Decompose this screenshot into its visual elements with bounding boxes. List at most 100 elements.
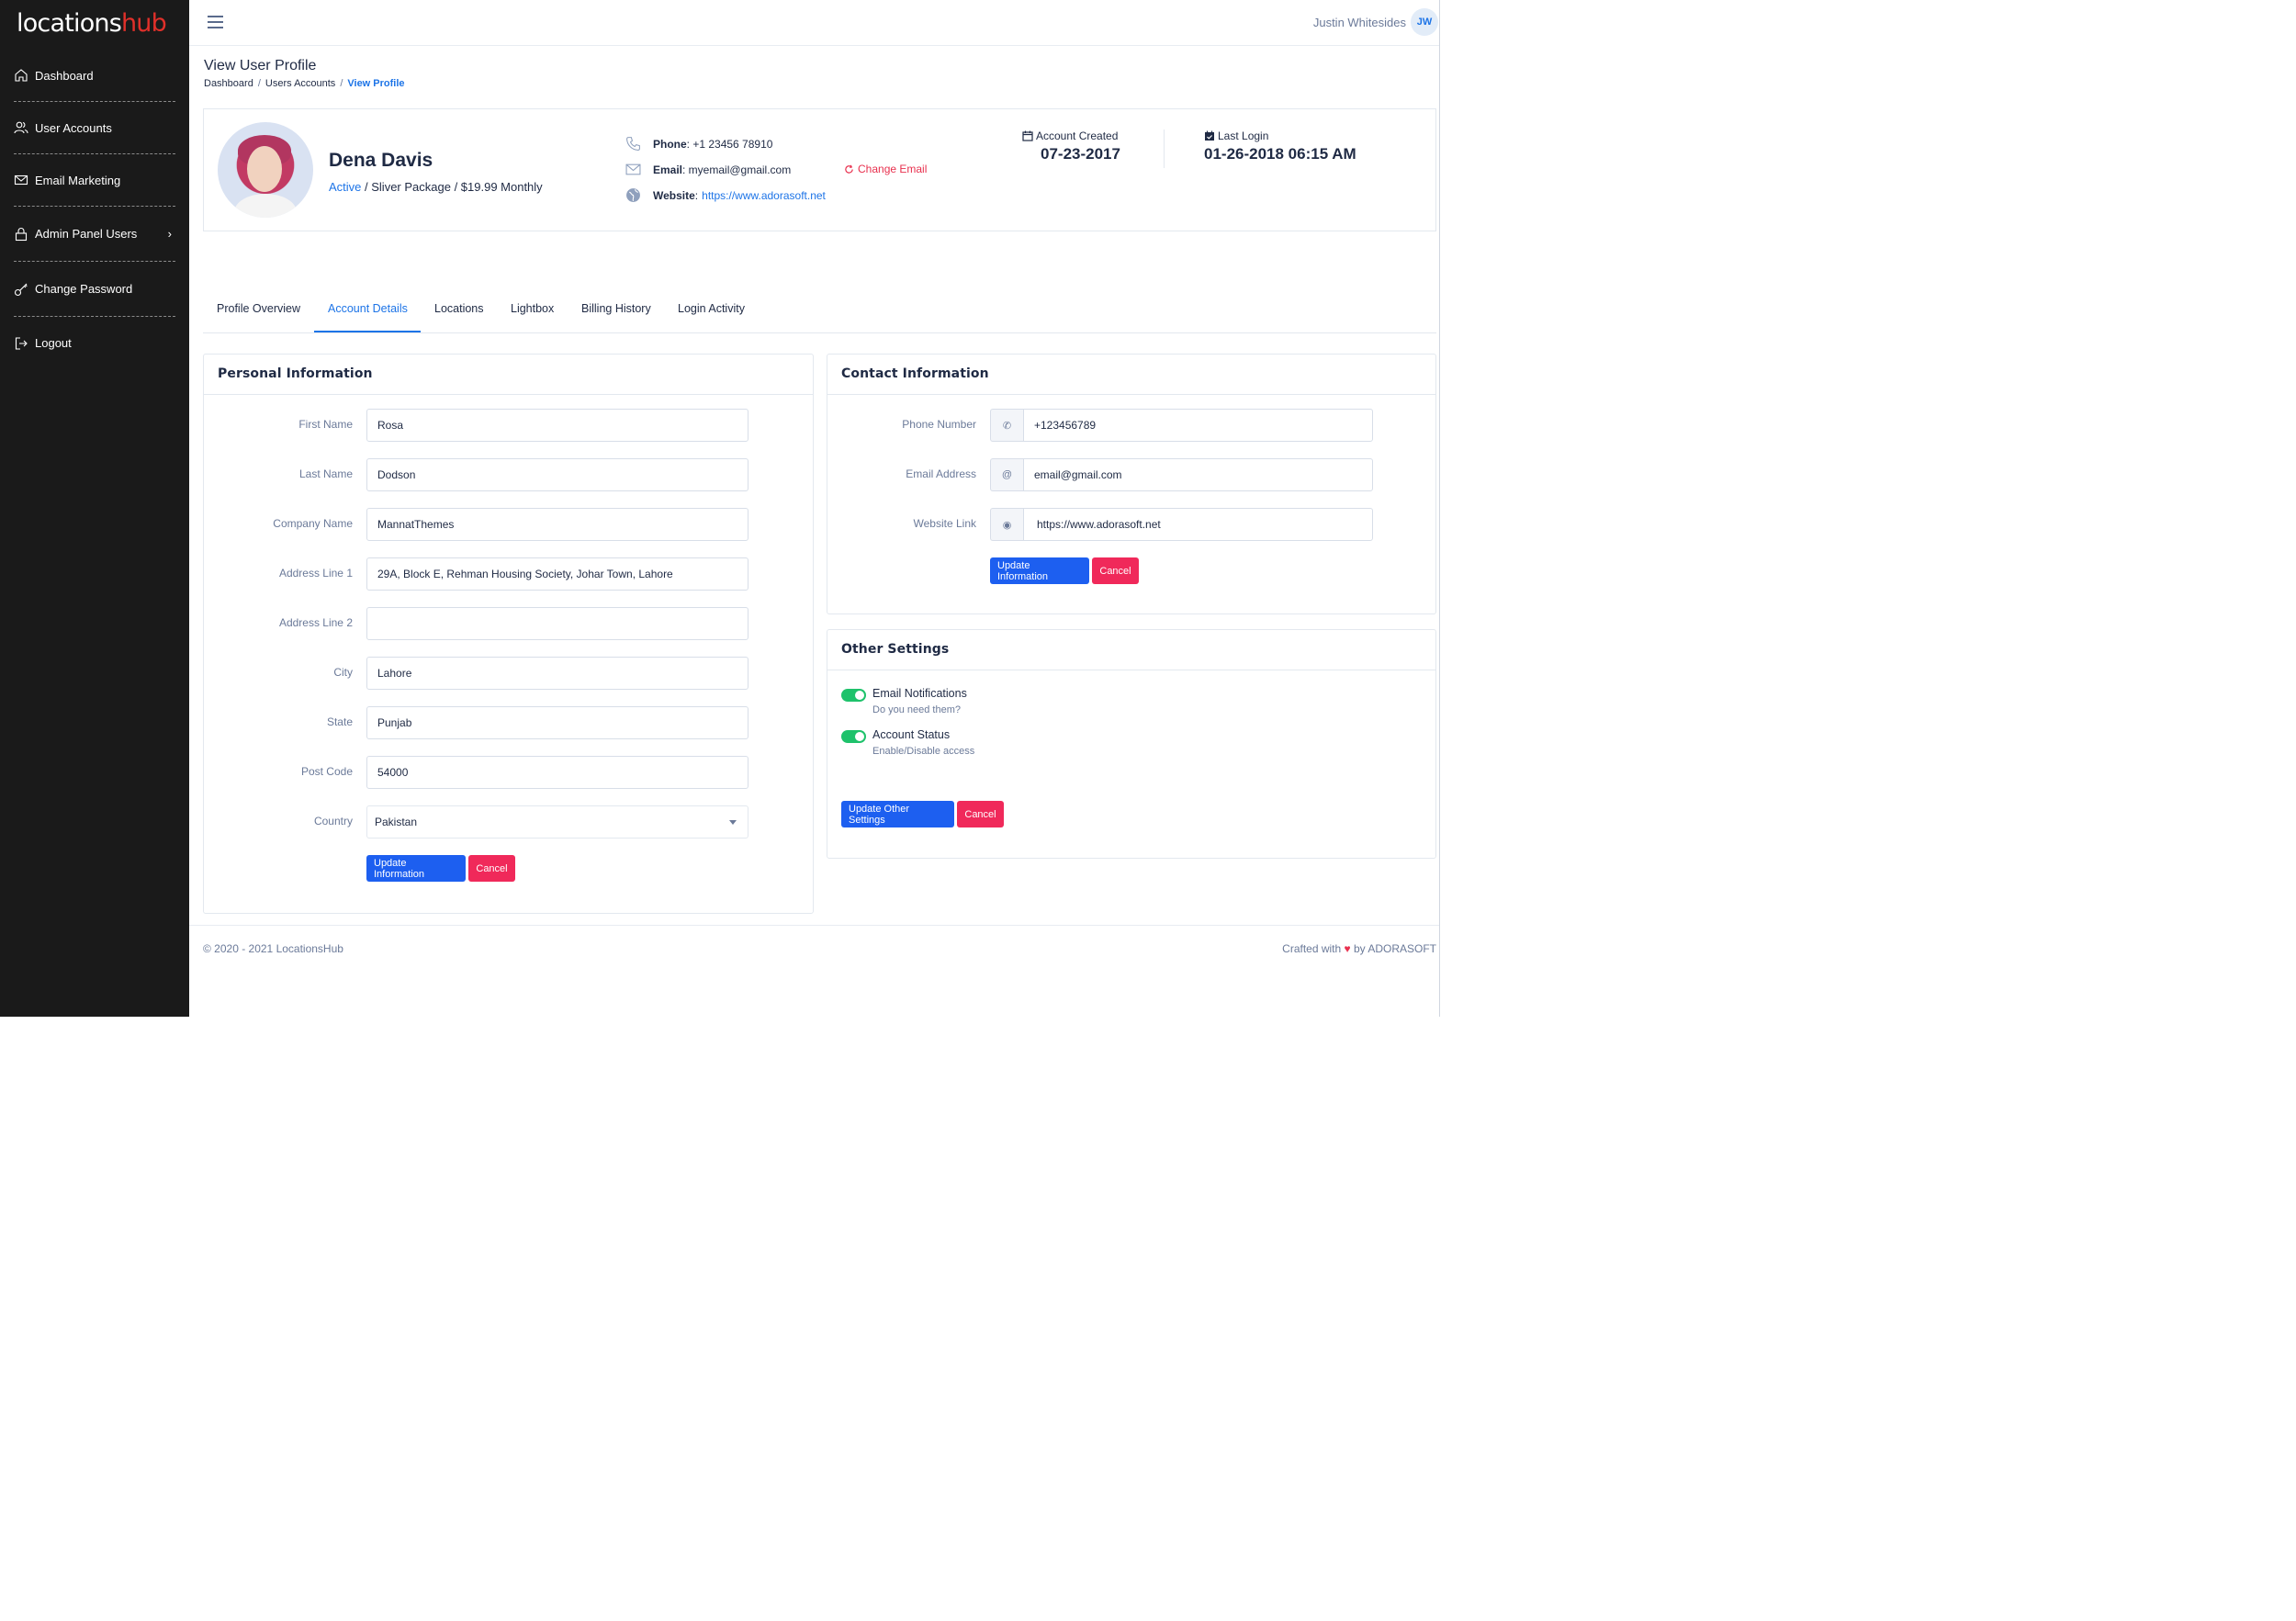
- contact-information-card: Contact Information Phone Number ✆ +1234…: [827, 354, 1436, 614]
- form-row-website-link: Website Link ◉ https://www.adorasoft.net: [827, 508, 1435, 541]
- footer-copyright: © 2020 - 2021 LocationsHub: [203, 942, 343, 955]
- tab-account-details[interactable]: Account Details: [328, 302, 408, 315]
- footer-credit: Crafted with ♥ by ADORASOFT: [1282, 942, 1436, 955]
- profile-name: Dena Davis: [329, 150, 433, 171]
- personal-information-card: Personal Information First Name Rosa Las…: [203, 354, 814, 914]
- sidebar-item-dashboard[interactable]: Dashboard: [14, 50, 175, 102]
- form-row-address-line-2: Address Line 2: [204, 607, 813, 640]
- last-login-stat: Last Login 01-26-2018 06:15 AM: [1204, 129, 1356, 163]
- breadcrumb-users-accounts[interactable]: Users Accounts: [265, 78, 335, 89]
- home-icon: [15, 69, 28, 82]
- cancel-contact-button[interactable]: Cancel: [1092, 557, 1139, 584]
- field-label: Phone Number: [902, 418, 976, 431]
- calendar-icon: [1022, 130, 1033, 141]
- update-contact-button[interactable]: Update Information: [990, 557, 1089, 584]
- last-name-input[interactable]: Dodson: [366, 458, 748, 491]
- cancel-button[interactable]: Cancel: [468, 855, 515, 882]
- phone-number-input[interactable]: +123456789: [1023, 409, 1373, 442]
- profile-status-line: Active / Sliver Package / $19.99 Monthly: [329, 180, 543, 194]
- sidebar-item-logout[interactable]: Logout: [14, 317, 175, 369]
- profile-photo: [218, 122, 313, 218]
- chevron-right-icon: ›: [167, 227, 172, 241]
- form-row-email-address: Email Address @ email@gmail.com: [827, 458, 1435, 491]
- form-row-company-name: Company Name MannatThemes: [204, 508, 813, 541]
- field-label: Country: [313, 815, 353, 827]
- post-code-input[interactable]: 54000: [366, 756, 748, 789]
- sidebar-item-label: Change Password: [35, 282, 133, 296]
- tab-login-activity[interactable]: Login Activity: [678, 302, 745, 315]
- email-notifications-toggle[interactable]: [841, 689, 866, 702]
- breadcrumb-view-profile: View Profile: [347, 78, 405, 89]
- field-label: Company Name: [273, 517, 353, 530]
- tab-billing-history[interactable]: Billing History: [581, 302, 651, 315]
- page-title: View User Profile: [204, 58, 317, 73]
- tab-locations[interactable]: Locations: [434, 302, 484, 315]
- field-label: Address Line 1: [278, 567, 353, 580]
- sidebar-nav: Dashboard User Accounts Email Marketing …: [14, 50, 175, 369]
- website-info: Website : https://www.adorasoft.net: [625, 187, 826, 203]
- globe-icon: [626, 188, 640, 202]
- sidebar: locationshub Dashboard User Accounts Ema…: [0, 0, 189, 1017]
- topbar: Justin Whitesides JW: [189, 0, 1440, 46]
- heart-icon: ♥: [1344, 942, 1351, 955]
- menu-icon[interactable]: [208, 16, 223, 28]
- first-name-input[interactable]: Rosa: [366, 409, 748, 442]
- toggle-label: Account Status: [872, 728, 951, 741]
- account-created-stat: Account Created 07-23-2017: [1022, 129, 1120, 163]
- form-row-post-code: Post Code 54000: [204, 756, 813, 789]
- field-label: First Name: [298, 418, 353, 431]
- city-input[interactable]: Lahore: [366, 657, 748, 690]
- sidebar-item-label: User Accounts: [35, 120, 112, 135]
- account-status-toggle[interactable]: [841, 730, 866, 743]
- update-other-settings-button[interactable]: Update Other Settings: [841, 801, 954, 827]
- divider: [1164, 129, 1165, 168]
- toggle-description: Do you need them?: [872, 704, 962, 715]
- field-label: Email Address: [906, 467, 976, 480]
- users-icon: [14, 121, 28, 134]
- other-settings-card: Other Settings Email Notifications Do yo…: [827, 629, 1436, 859]
- tab-profile-overview[interactable]: Profile Overview: [217, 302, 300, 315]
- phone-info: Phone : +1 23456 78910: [625, 136, 772, 152]
- form-row-state: State Punjab: [204, 706, 813, 739]
- field-label: Address Line 2: [278, 616, 353, 629]
- chevron-down-icon: [729, 820, 737, 825]
- website-link[interactable]: https://www.adorasoft.net: [702, 189, 826, 202]
- email-address-input[interactable]: email@gmail.com: [1023, 458, 1373, 491]
- toggle-label: Email Notifications: [872, 687, 967, 700]
- user-name[interactable]: Justin Whitesides: [1313, 16, 1406, 29]
- address-line-1-input[interactable]: 29A, Block E, Rehman Housing Society, Jo…: [366, 557, 748, 591]
- status-badge: Active: [329, 180, 362, 194]
- sidebar-item-label: Admin Panel Users: [35, 227, 138, 241]
- field-label: Post Code: [300, 765, 353, 778]
- breadcrumb-dashboard[interactable]: Dashboard: [204, 78, 253, 89]
- sidebar-item-label: Logout: [35, 336, 72, 350]
- website-link-input[interactable]: https://www.adorasoft.net: [1023, 508, 1373, 541]
- change-email-link[interactable]: Change Email: [844, 163, 927, 175]
- avatar[interactable]: JW: [1411, 8, 1438, 36]
- globe-icon: ◉: [990, 508, 1023, 541]
- sidebar-item-admin-panel-users[interactable]: Admin Panel Users ›: [14, 207, 175, 262]
- brand-logo[interactable]: locationshub: [17, 9, 167, 38]
- mail-icon: [625, 163, 641, 175]
- country-select[interactable]: Pakistan: [366, 805, 748, 839]
- profile-tabs: Profile Overview Account Details Locatio…: [203, 294, 1436, 333]
- sidebar-item-user-accounts[interactable]: User Accounts: [14, 102, 175, 154]
- sidebar-item-label: Dashboard: [35, 68, 94, 83]
- state-input[interactable]: Punjab: [366, 706, 748, 739]
- form-row-country: Country Pakistan: [204, 805, 813, 839]
- profile-card: Dena Davis Active / Sliver Package / $19…: [203, 108, 1436, 231]
- account-created-value: 07-23-2017: [1041, 145, 1120, 163]
- cancel-settings-button[interactable]: Cancel: [957, 801, 1004, 827]
- tab-lightbox[interactable]: Lightbox: [511, 302, 554, 315]
- sidebar-item-email-marketing[interactable]: Email Marketing: [14, 154, 175, 207]
- form-row-last-name: Last Name Dodson: [204, 458, 813, 491]
- company-name-input[interactable]: MannatThemes: [366, 508, 748, 541]
- address-line-2-input[interactable]: [366, 607, 748, 640]
- footer-divider: [189, 925, 1440, 926]
- active-tab-indicator: [314, 331, 421, 332]
- sidebar-item-change-password[interactable]: Change Password: [14, 262, 175, 317]
- sidebar-item-label: Email Marketing: [35, 173, 121, 187]
- update-information-button[interactable]: Update Information: [366, 855, 466, 882]
- form-row-phone-number: Phone Number ✆ +123456789: [827, 409, 1435, 442]
- card-title: Other Settings: [827, 630, 1435, 670]
